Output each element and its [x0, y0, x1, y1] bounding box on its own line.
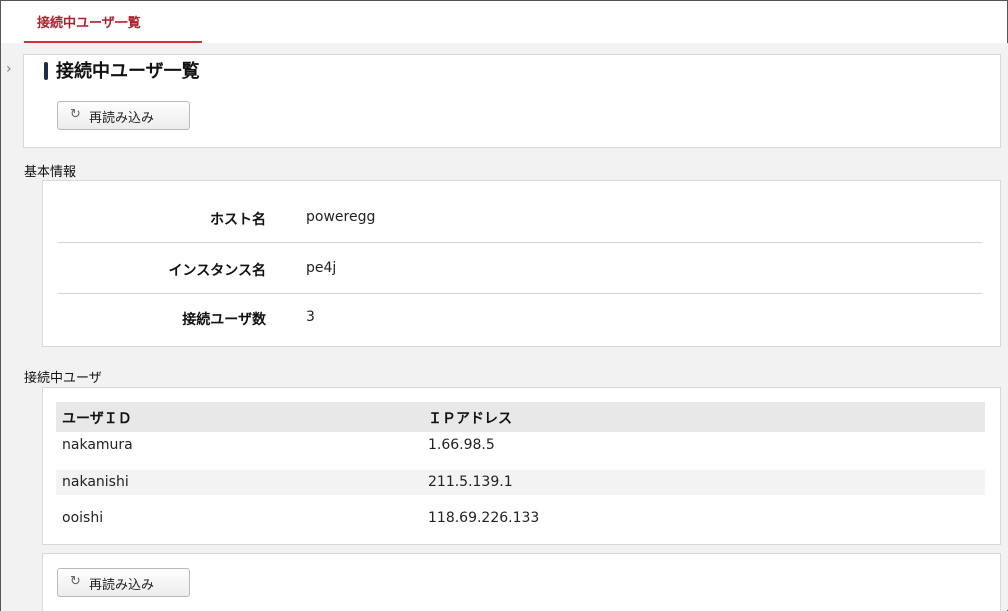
info-value: 3: [306, 309, 315, 325]
cell-user-id: nakanishi: [62, 474, 129, 490]
info-row-instance: インスタンス名 pe4j: [58, 245, 982, 294]
info-value: poweregg: [306, 209, 376, 225]
reload-button-label: 再読み込み: [89, 578, 155, 593]
info-row-host: ホスト名 poweregg: [58, 194, 982, 243]
page-title: 接続中ユーザ一覧: [56, 61, 200, 82]
basic-info-heading: 基本情報: [24, 165, 77, 180]
refresh-icon: ↻: [70, 107, 81, 122]
cell-ip-address: 118.69.226.133: [428, 510, 540, 526]
table-row: nakamura 1.66.98.5: [56, 433, 985, 458]
reload-button-top[interactable]: ↻ 再読み込み: [57, 101, 190, 130]
reload-button-bottom[interactable]: ↻ 再読み込み: [57, 568, 190, 597]
table-row: nakanishi 211.5.139.1: [56, 470, 985, 495]
cell-user-id: nakamura: [62, 437, 133, 453]
tab-label: 接続中ユーザ一覧: [37, 16, 141, 31]
column-header-user-id: ユーザＩＤ: [62, 411, 132, 427]
info-key: 接続ユーザ数: [182, 312, 266, 328]
tab-bar: 接続中ユーザ一覧: [1, 1, 1007, 43]
cell-ip-address: 211.5.139.1: [428, 474, 513, 490]
column-header-ip-address: ＩＰアドレス: [428, 411, 512, 427]
connected-users-heading: 接続中ユーザ: [24, 371, 102, 386]
reload-button-label: 再読み込み: [89, 111, 155, 126]
info-key: インスタンス名: [168, 263, 266, 279]
info-value: pe4j: [306, 260, 337, 276]
chevron-right-icon[interactable]: ›: [6, 62, 16, 76]
cell-ip-address: 1.66.98.5: [428, 437, 495, 453]
refresh-icon: ↻: [70, 574, 81, 589]
cell-user-id: ooishi: [62, 510, 104, 526]
info-key: ホスト名: [210, 212, 266, 228]
title-marker-icon: [44, 62, 48, 80]
table-header: ユーザＩＤ ＩＰアドレス: [56, 402, 985, 432]
tab-connected-users[interactable]: 接続中ユーザ一覧: [24, 13, 202, 43]
info-row-user-count: 接続ユーザ数 3: [58, 294, 982, 342]
table-row: ooishi 118.69.226.133: [56, 506, 985, 531]
